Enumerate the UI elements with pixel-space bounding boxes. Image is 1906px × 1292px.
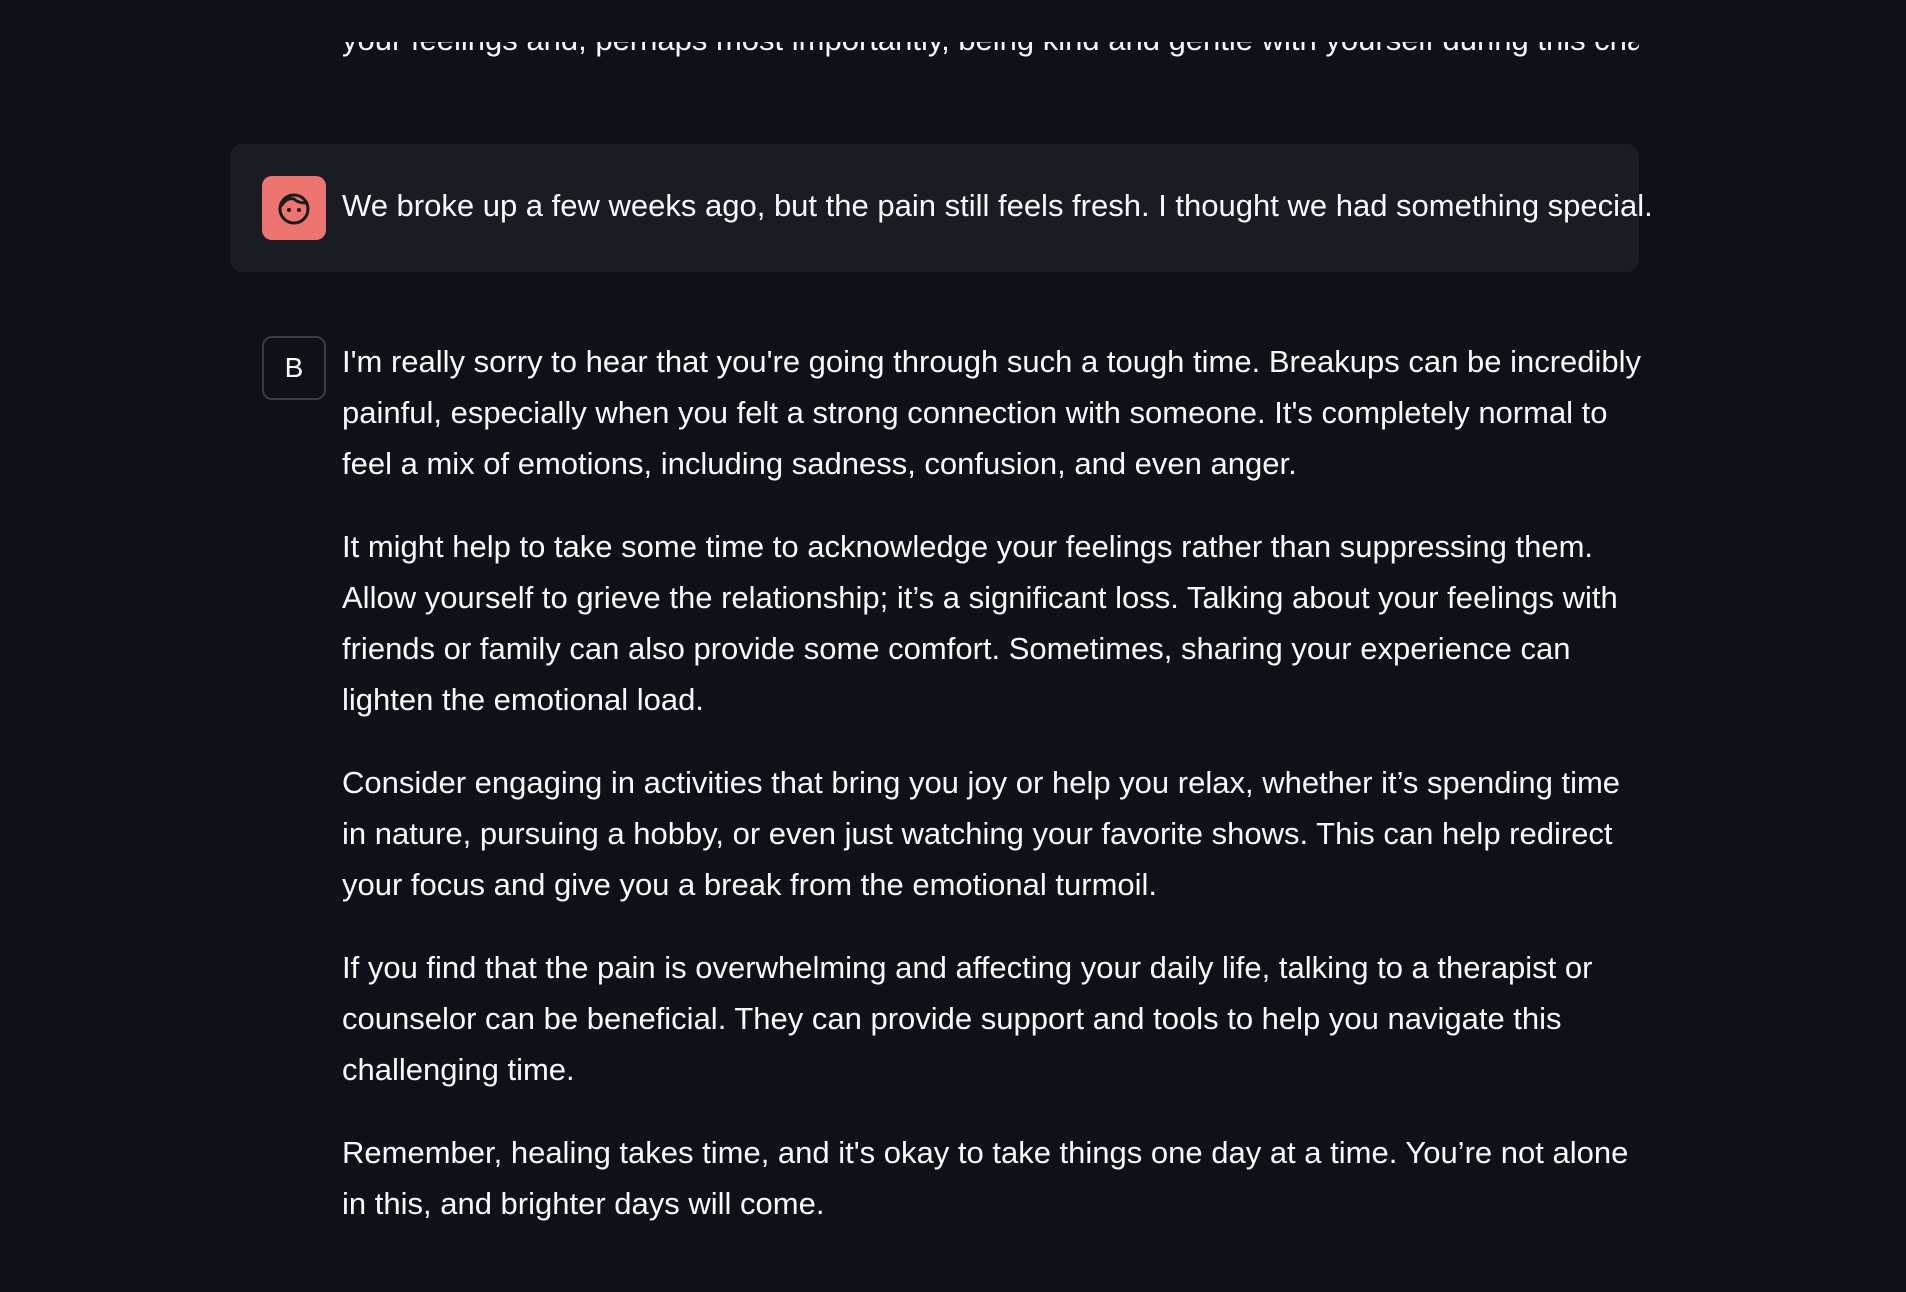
- user-message: We broke up a few weeks ago, but the pai…: [230, 144, 1653, 272]
- assistant-paragraph: It might help to take some time to ackno…: [342, 529, 1618, 717]
- assistant-paragraph: If you find that the pain is overwhelmin…: [342, 950, 1593, 1087]
- previous-message-fragment: your feelings and, perhaps most importan…: [342, 42, 1639, 78]
- assistant-paragraph: Remember, healing takes time, and it's o…: [342, 1135, 1629, 1221]
- user-avatar: [262, 176, 326, 240]
- assistant-paragraph: I'm really sorry to hear that you're goi…: [342, 344, 1642, 481]
- chat-container: your feelings and, perhaps most importan…: [230, 0, 1653, 1292]
- assistant-avatar-letter: B: [284, 352, 304, 383]
- assistant-paragraph: Consider engaging in activities that bri…: [342, 765, 1621, 902]
- user-message-text: We broke up a few weeks ago, but the pai…: [342, 188, 1653, 223]
- previous-message-text: your feelings and, perhaps most importan…: [342, 42, 1639, 65]
- assistant-message-body: I'm really sorry to hear that you're goi…: [342, 336, 1642, 1261]
- face-icon: [278, 193, 310, 225]
- assistant-avatar: B: [262, 336, 326, 400]
